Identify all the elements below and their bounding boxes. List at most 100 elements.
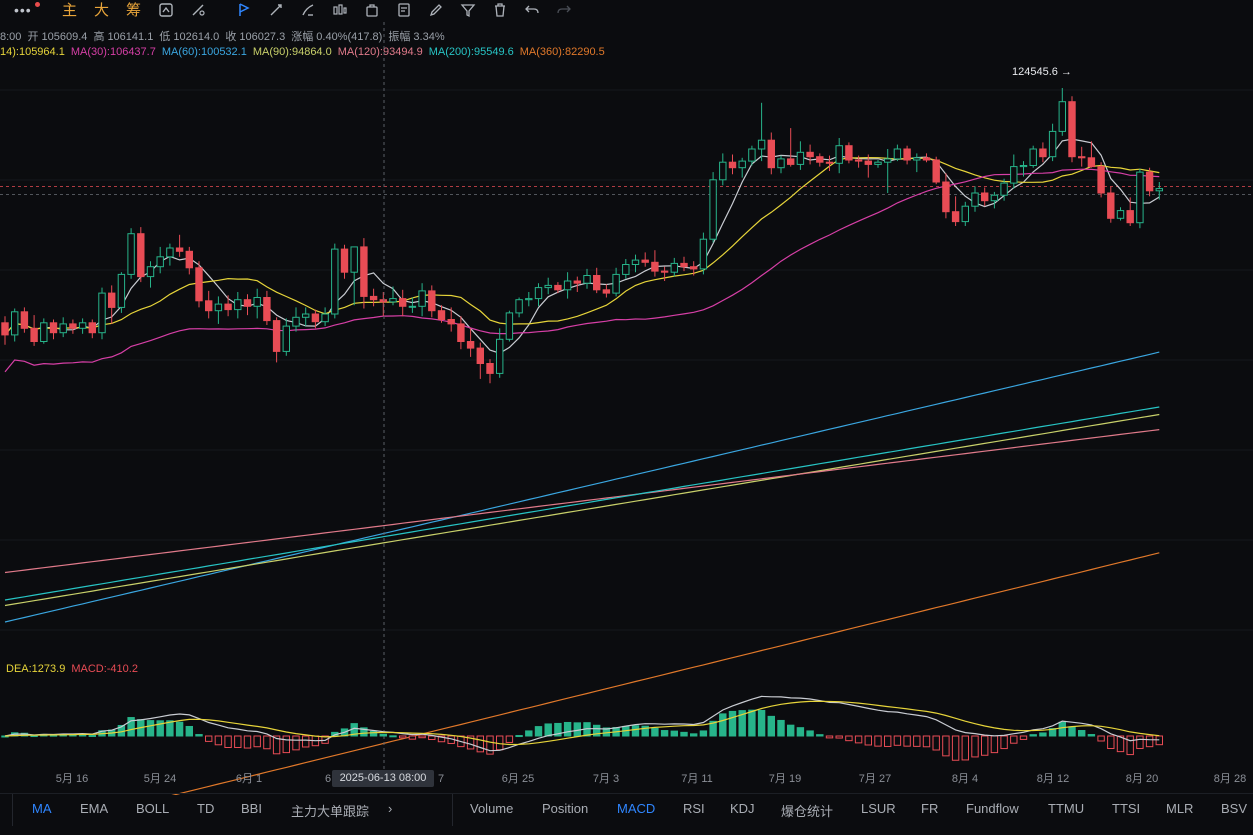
indicator-tab-bbi[interactable]: BBI (241, 801, 262, 816)
macd-histogram-bar (1087, 734, 1096, 737)
candle-body (205, 300, 213, 312)
x-axis-tick-label: 6月 1 (236, 773, 262, 785)
candle-body (932, 159, 940, 183)
macd-histogram-bar (845, 735, 853, 742)
macd-histogram-bar (699, 730, 708, 737)
candle-body (1048, 130, 1057, 158)
candle-body (922, 157, 931, 161)
candle-body (185, 250, 194, 269)
candle-body (340, 248, 349, 273)
sub-indicator-tab-fr[interactable]: FR (921, 801, 938, 816)
macd-histogram-bar (893, 735, 902, 746)
candle-body (1097, 166, 1105, 194)
candle-body (117, 273, 126, 308)
sub-indicator-tab-kdj[interactable]: KDJ (730, 801, 755, 816)
candle-body (1058, 101, 1066, 132)
candle-body (1039, 148, 1047, 158)
macd-histogram-bar (195, 734, 203, 737)
candle-body (1029, 148, 1037, 167)
candle-body (903, 148, 911, 161)
candle-body (971, 192, 979, 207)
sub-indicator-tab-volume[interactable]: Volume (470, 801, 513, 816)
candle-body (40, 322, 48, 343)
candle-body (641, 259, 649, 263)
candle-body (845, 145, 853, 161)
indicator-tab-boll[interactable]: BOLL (136, 801, 169, 816)
macd-histogram-bar (88, 734, 96, 737)
macd-histogram-bar (854, 735, 863, 744)
macd-histogram-bar (292, 735, 300, 751)
macd-histogram-bar (651, 727, 659, 737)
sub-indicator-tab-fundflow[interactable]: Fundflow (966, 801, 1019, 816)
candle-body (1, 322, 9, 336)
candle-body (418, 290, 426, 307)
candle-body (243, 299, 252, 307)
candle-body (11, 311, 19, 336)
sub-indicator-tab-bsv[interactable]: BSV (1221, 801, 1247, 816)
sub-indicator-tab-ttsi[interactable]: TTSI (1112, 801, 1140, 816)
x-axis-tick-label: 7月 19 (769, 773, 801, 785)
x-axis-tick-label: 5月 16 (56, 773, 88, 785)
candle-body (660, 270, 669, 273)
scroll-right-arrow-icon[interactable]: › (388, 801, 392, 816)
indicator-tab-主力大单跟踪[interactable]: 主力大单跟踪 (291, 801, 369, 820)
macd-histogram-bar (884, 735, 892, 747)
macd-histogram-bar (253, 735, 261, 748)
candle-body (253, 297, 261, 307)
macd-histogram-bar (1078, 730, 1086, 737)
candle-body (981, 192, 989, 202)
indicator-tab-ema[interactable]: EMA (80, 801, 108, 816)
macd-histogram-bar (631, 725, 640, 737)
indicator-tab-td[interactable]: TD (197, 801, 214, 816)
macd-histogram-bar (399, 735, 407, 739)
sub-indicator-tab-macd[interactable]: MACD (617, 801, 655, 816)
candle-body (1116, 210, 1125, 219)
x-axis-tick-label: 6月 25 (502, 773, 534, 785)
macd-histogram-bar (1019, 735, 1028, 740)
sub-indicator-tab-position[interactable]: Position (542, 801, 588, 816)
macd-histogram-bar (1097, 735, 1105, 742)
candle-body (554, 284, 562, 291)
macd-histogram-bar (428, 735, 436, 741)
macd-histogram-bar (563, 721, 572, 737)
candle-body (59, 323, 67, 334)
macd-histogram-bar (224, 735, 232, 748)
macd-histogram-bar (534, 726, 543, 737)
candle-body (379, 299, 388, 303)
candle-body (719, 161, 727, 181)
candle-body (825, 161, 834, 164)
macd-histogram-bar (1039, 732, 1047, 737)
x-axis-tick-label: 7月 11 (681, 773, 713, 785)
ma360-line (171, 552, 1160, 795)
candle-body (350, 246, 358, 273)
candle-body (292, 316, 300, 327)
candle-body (806, 151, 814, 158)
macd-histogram-bar (1029, 734, 1037, 737)
macd-histogram-bar (660, 730, 669, 737)
sub-indicator-tab-ttmu[interactable]: TTMU (1048, 801, 1084, 816)
candle-body (816, 156, 824, 163)
macd-histogram-bar (525, 730, 533, 737)
indicator-tab-ma[interactable]: MA (32, 801, 52, 816)
candle-body (195, 267, 203, 302)
sub-indicator-tab-爆仓统计[interactable]: 爆仓统计 (781, 801, 833, 820)
sub-indicator-tab-rsi[interactable]: RSI (683, 801, 705, 816)
macd-histogram-bar (1000, 735, 1008, 750)
candle-body (1000, 182, 1008, 196)
candle-body (98, 292, 106, 334)
candle-body (476, 347, 485, 365)
sub-indicator-tab-lsur[interactable]: LSUR (861, 801, 896, 816)
macd-histogram-bar (243, 735, 252, 749)
candle-body (709, 179, 717, 240)
candle-body (854, 159, 863, 162)
macd-histogram-bar (932, 735, 940, 751)
candle-body (1010, 166, 1018, 184)
x-axis-tick-label: 8月 20 (1126, 773, 1158, 785)
candle-body (1145, 171, 1154, 192)
macd-histogram-bar (748, 709, 756, 737)
divider (12, 794, 13, 826)
crosshair-date-label: 2025-06-13 08:00 (332, 770, 434, 787)
macd-histogram-bar (205, 735, 213, 742)
price-chart[interactable]: 5月 16 5月 24 6月 1 6 7 6月 25 7月 3 7月 11 7月 19 7月 27… (0, 0, 1253, 795)
sub-indicator-tab-mlr[interactable]: MLR (1166, 801, 1193, 816)
